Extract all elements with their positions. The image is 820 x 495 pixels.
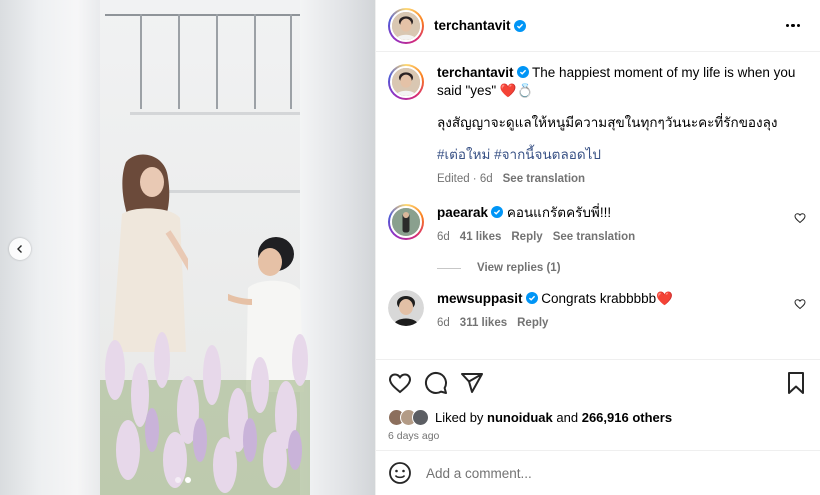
comment-icon[interactable] xyxy=(424,371,448,395)
share-icon[interactable] xyxy=(460,371,484,395)
comment-reply-button[interactable]: Reply xyxy=(517,314,548,332)
liker-avatar xyxy=(412,408,429,426)
view-replies-line xyxy=(437,267,461,269)
carousel-indicator xyxy=(175,477,191,483)
post-timestamp[interactable]: 6 days ago xyxy=(376,428,820,450)
verified-badge-icon xyxy=(513,19,526,32)
photo-baluster xyxy=(178,14,180,109)
caption-avatar-image xyxy=(392,68,420,96)
comment-likes[interactable]: 311 likes xyxy=(460,314,507,332)
photo-railing xyxy=(105,14,300,16)
comment-avatar-image xyxy=(388,290,424,326)
photo-baluster xyxy=(254,14,256,109)
photo-pillar-right xyxy=(300,0,375,495)
comment-avatar[interactable] xyxy=(388,290,424,326)
comment-meta: 6d 311 likes Reply xyxy=(437,314,808,332)
post-caption: terchantavit The happiest moment of my l… xyxy=(388,64,808,188)
more-options-icon[interactable] xyxy=(782,20,805,32)
comment-age: 6d xyxy=(437,231,450,243)
caption-edited-age: Edited · 6d xyxy=(437,173,493,185)
caption-meta: Edited · 6d See translation xyxy=(437,170,808,188)
comments-list[interactable]: terchantavit The happiest moment of my l… xyxy=(376,52,820,359)
likes-prefix: Liked by xyxy=(435,409,484,425)
verified-badge-icon xyxy=(525,292,538,304)
caption-hashtags[interactable]: #เต่อใหม่ #จากนี้จนตลอดไป xyxy=(437,146,808,164)
save-icon[interactable] xyxy=(784,371,808,395)
likes-others[interactable]: 266,916 others xyxy=(582,410,672,425)
author-avatar[interactable] xyxy=(388,7,424,44)
post-photo[interactable] xyxy=(0,0,375,495)
comment-text: Congrats krabbbbb xyxy=(541,291,657,306)
comment-reply-button[interactable]: Reply xyxy=(511,228,542,246)
likes-connector: and xyxy=(556,409,579,425)
likes-user[interactable]: nunoiduak xyxy=(487,410,553,425)
comment-emoji: ❤️ xyxy=(656,291,673,306)
author-avatar-image xyxy=(392,11,420,40)
post-header: terchantavit xyxy=(376,0,820,52)
caption-see-translation[interactable]: See translation xyxy=(503,170,585,188)
comment-see-translation[interactable]: See translation xyxy=(553,228,635,246)
caption-thai-text: ลุงสัญญาจะดูแลให้หนูมีความสุขในทุกๆวันนะ… xyxy=(437,115,778,130)
comment-heart-icon[interactable] xyxy=(794,298,806,310)
comment-age: 6d xyxy=(437,317,450,329)
comment-avatar-image xyxy=(392,208,420,236)
carousel-dot xyxy=(175,477,181,483)
heart-icon[interactable] xyxy=(388,371,412,395)
verified-badge-icon xyxy=(516,66,529,78)
comment-heart-icon[interactable] xyxy=(794,212,806,224)
photo-flowers xyxy=(100,332,310,495)
comment-avatar[interactable] xyxy=(388,204,424,240)
emoji-icon[interactable] xyxy=(388,461,412,485)
author-username[interactable]: terchantavit xyxy=(434,18,511,33)
view-replies-button[interactable]: View replies (1) xyxy=(437,262,808,274)
comment-item: mewsuppasit Congrats krabbbbb❤️ 6d 311 l… xyxy=(388,290,808,332)
likes-summary: Liked by nunoiduak and 266,916 others xyxy=(376,406,820,428)
comment-meta: 6d 41 likes Reply See translation xyxy=(437,228,808,246)
carousel-dot-active xyxy=(185,477,191,483)
comment-text: คอนแกรัตครับพี่!!! xyxy=(506,205,612,220)
comment-input[interactable] xyxy=(426,465,808,481)
caption-avatar[interactable] xyxy=(388,64,424,100)
liker-avatars[interactable] xyxy=(388,408,429,426)
comment-username[interactable]: paearak xyxy=(437,205,488,220)
chevron-left-icon xyxy=(17,245,22,253)
photo-stair xyxy=(130,112,300,115)
post-action-bar xyxy=(376,359,820,406)
photo-baluster xyxy=(140,14,142,109)
comment-item: paearak คอนแกรัตครับพี่!!! 6d 41 likes R… xyxy=(388,204,808,246)
comment-username[interactable]: mewsuppasit xyxy=(437,291,523,306)
carousel-prev-button[interactable] xyxy=(9,238,31,260)
photo-baluster xyxy=(216,14,218,109)
verified-badge-icon xyxy=(491,206,504,218)
view-replies-label: View replies (1) xyxy=(477,262,561,274)
add-comment-bar xyxy=(376,450,820,495)
comment-likes[interactable]: 41 likes xyxy=(460,228,502,246)
caption-emoji: ❤️💍 xyxy=(499,83,534,98)
caption-username[interactable]: terchantavit xyxy=(437,65,514,80)
photo-baluster xyxy=(290,14,292,109)
post-side-panel: terchantavit terchantavit The happiest m… xyxy=(375,0,820,495)
post-modal: terchantavit terchantavit The happiest m… xyxy=(0,0,820,495)
